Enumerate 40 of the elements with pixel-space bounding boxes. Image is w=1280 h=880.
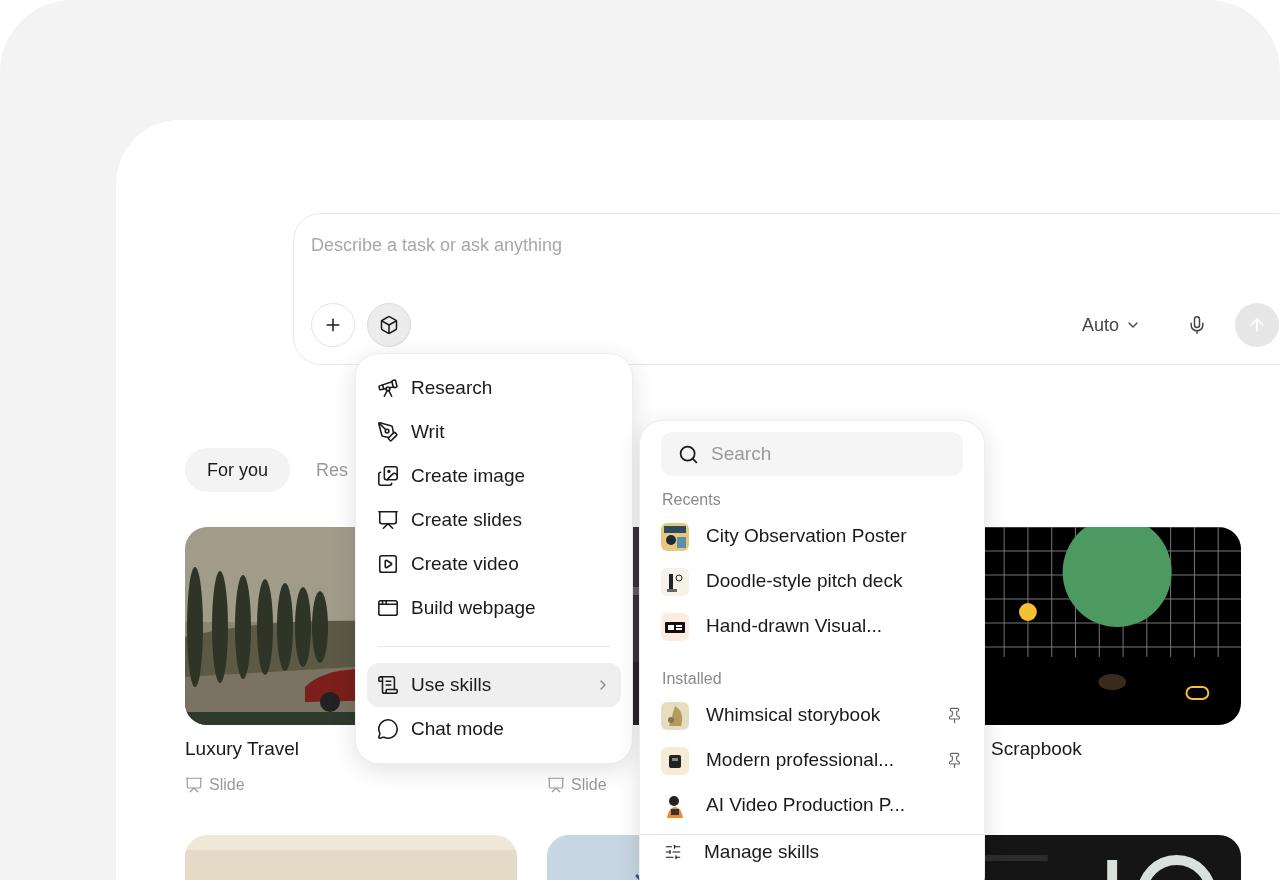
cube-icon bbox=[379, 315, 399, 335]
menu-item[interactable]: Use skills bbox=[367, 663, 621, 707]
menu-item[interactable]: Build webpage bbox=[367, 586, 621, 630]
card-title: Luxury Travel bbox=[185, 736, 300, 761]
manage-skills-button[interactable]: Manage skills bbox=[640, 835, 844, 869]
webpage-icon bbox=[377, 597, 399, 619]
slide-icon bbox=[547, 776, 565, 794]
skill-item[interactable]: Whimsical storybook bbox=[640, 693, 984, 738]
tab[interactable]: For you bbox=[185, 448, 291, 492]
skill-item[interactable]: Doodle-style pitch deck bbox=[640, 559, 984, 604]
menu-item[interactable]: Research bbox=[367, 366, 621, 410]
card-title: Scrapbook bbox=[991, 736, 1082, 761]
video-icon bbox=[377, 553, 399, 575]
menu-item[interactable]: Create slides bbox=[367, 498, 621, 542]
menu-item[interactable]: Chat mode bbox=[367, 707, 621, 751]
sliders-icon bbox=[664, 843, 682, 861]
pin-icon[interactable] bbox=[946, 707, 963, 724]
section-label: Installed bbox=[661, 669, 723, 689]
slides-icon bbox=[377, 509, 399, 531]
card-type: Slide bbox=[209, 775, 245, 795]
skill-item[interactable]: City Observation Poster bbox=[640, 514, 984, 559]
menu-item[interactable]: Create video bbox=[367, 542, 621, 586]
skill-item[interactable]: Hand-drawn Visual... bbox=[640, 604, 984, 649]
image-icon bbox=[377, 465, 399, 487]
prompt-input[interactable]: Describe a task or ask anything bbox=[311, 232, 1280, 259]
research-icon bbox=[377, 377, 399, 399]
skill-item[interactable]: AI Video Production P... bbox=[640, 783, 984, 828]
section-label: Recents bbox=[661, 490, 722, 510]
write-icon bbox=[377, 421, 399, 443]
skill-item[interactable]: Modern professional... bbox=[640, 738, 984, 783]
chat-icon bbox=[377, 718, 399, 740]
box-tool-button[interactable] bbox=[367, 303, 411, 347]
slide-icon bbox=[185, 776, 203, 794]
search-icon bbox=[678, 444, 699, 465]
pin-icon[interactable] bbox=[946, 752, 963, 769]
model-dropdown[interactable]: Auto bbox=[1075, 311, 1147, 339]
microphone-icon bbox=[1187, 315, 1207, 335]
search-field[interactable]: Search bbox=[661, 432, 963, 476]
card-type: Slide bbox=[571, 775, 607, 795]
skills-icon bbox=[377, 674, 399, 696]
